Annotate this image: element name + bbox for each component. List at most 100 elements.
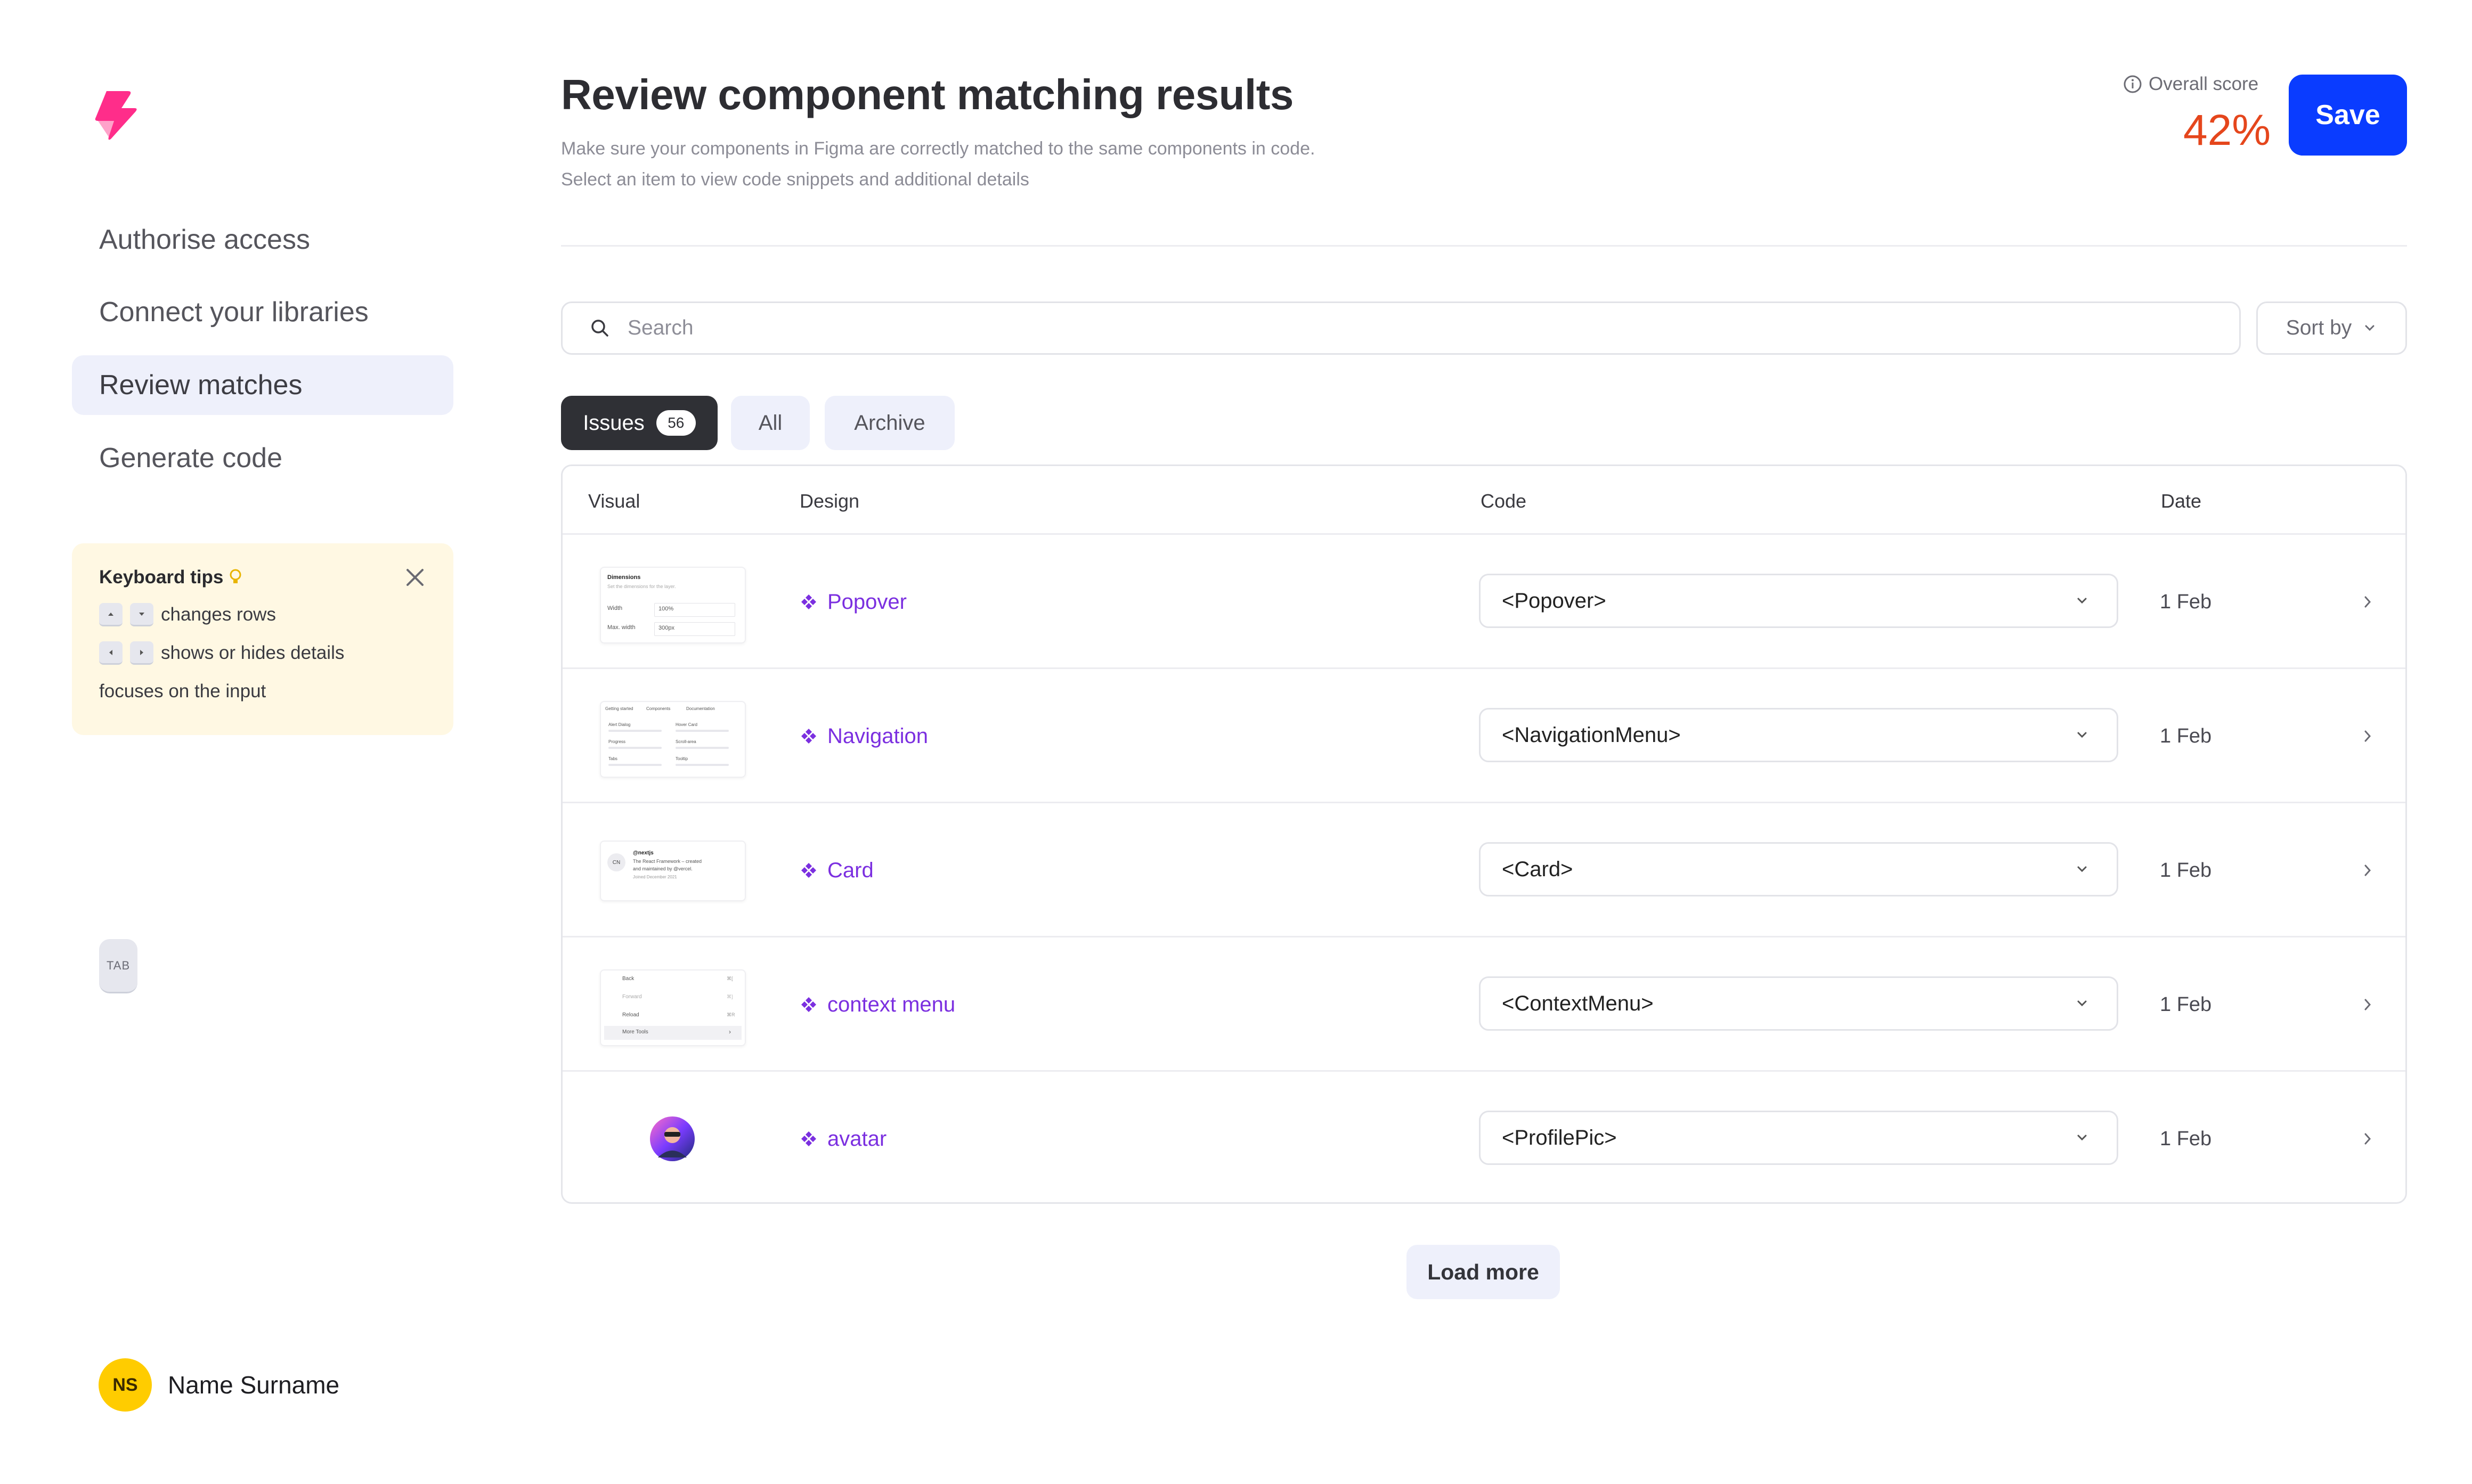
thumb-text: More Tools — [622, 1029, 648, 1035]
figma-component-icon — [801, 1131, 816, 1146]
design-component-link[interactable]: Popover — [800, 535, 907, 669]
sort-label: Sort by — [2286, 316, 2352, 339]
code-value: <NavigationMenu> — [1502, 723, 1681, 747]
thumb-text: Reload — [622, 1012, 639, 1018]
table-row[interactable]: Back ⌘[ Forward ⌘] Reload ⌘R More Tools … — [563, 936, 2405, 1070]
search-box[interactable] — [561, 301, 2241, 355]
chevron-right-icon[interactable] — [2358, 995, 2377, 1014]
thumb-text: Documentation — [686, 706, 715, 711]
search-input[interactable] — [627, 316, 2174, 340]
code-value: <Card> — [1502, 857, 1573, 881]
chevron-down-icon — [2077, 1135, 2087, 1141]
nav-label: Authorise access — [99, 224, 310, 255]
code-component-select[interactable]: <ProfilePic> — [1479, 1111, 2118, 1165]
tab-all[interactable]: All — [731, 396, 810, 450]
row-date: 1 Feb — [2160, 859, 2212, 882]
sort-by-dropdown[interactable]: Sort by — [2256, 301, 2407, 355]
app-logo — [91, 88, 139, 141]
thumb-text: Hover Card — [676, 722, 697, 727]
chevron-right-icon[interactable] — [2358, 592, 2377, 611]
page-subtitle: Make sure your components in Figma are c… — [561, 133, 1315, 195]
thumb-text: ⌘[ — [727, 976, 733, 981]
issues-count-badge: 56 — [656, 410, 696, 436]
thumb-text: ⌘R — [727, 1012, 735, 1017]
component-thumbnail: Getting started Components Documentation… — [600, 701, 746, 778]
thumb-text: Alert Dialog — [608, 722, 631, 727]
design-name: context menu — [827, 992, 956, 1016]
code-component-select[interactable]: <Popover> — [1479, 574, 2118, 628]
nav-item-review-matches[interactable]: Review matches — [72, 355, 453, 415]
code-component-select[interactable]: <NavigationMenu> — [1479, 708, 2118, 762]
thumb-text: and maintained by @vercel. — [633, 866, 693, 871]
thumb-text: Getting started — [605, 706, 633, 711]
matches-table: Visual Design Code Date Dimensions Set t… — [561, 464, 2407, 1204]
chevron-right-icon[interactable] — [2358, 861, 2377, 880]
tip-text: focuses on the input — [99, 681, 266, 702]
tips-title-row: Keyboard tips — [99, 567, 426, 588]
score-label-text: Overall score — [2149, 74, 2259, 94]
search-icon — [591, 320, 608, 337]
tip-text: changes rows — [161, 604, 276, 625]
figma-component-icon — [801, 594, 816, 609]
row-date: 1 Feb — [2160, 993, 2212, 1016]
design-name: Popover — [827, 590, 907, 614]
component-thumbnail: Dimensions Set the dimensions for the la… — [600, 567, 746, 643]
nav-label: Generate code — [99, 443, 283, 474]
arrow-down-icon — [130, 603, 153, 626]
chevron-down-icon — [2365, 325, 2375, 331]
thumb-text: ⌘] — [727, 994, 733, 999]
tip-row-details: shows or hides details — [99, 641, 426, 665]
chevron-down-icon — [2077, 1000, 2087, 1007]
load-more-button[interactable]: Load more — [1406, 1245, 1560, 1299]
avatar: NS — [99, 1358, 152, 1412]
tab-key: TAB — [99, 939, 138, 993]
chevron-right-icon[interactable] — [2358, 1129, 2377, 1148]
figma-component-icon — [801, 863, 816, 878]
overall-score-label: Overall score — [2123, 74, 2258, 95]
design-component-link[interactable]: avatar — [800, 1072, 887, 1202]
component-thumbnail: CN @nextjs The React Framework – created… — [600, 841, 746, 901]
column-header-visual: Visual — [588, 490, 640, 512]
table-row[interactable]: Dimensions Set the dimensions for the la… — [563, 533, 2405, 667]
nav-item-generate-code[interactable]: Generate code — [72, 428, 453, 488]
thumb-text: › — [729, 1028, 731, 1035]
tips-title: Keyboard tips — [99, 567, 224, 588]
design-component-link[interactable]: context menu — [800, 937, 955, 1072]
chevron-right-icon[interactable] — [2358, 727, 2377, 746]
tip-row-tab: TAB focuses on the input — [99, 680, 426, 993]
header-divider — [561, 245, 2407, 247]
thumb-text: @nextjs — [633, 850, 654, 856]
design-component-link[interactable]: Card — [800, 803, 874, 937]
nav-item-connect-libraries[interactable]: Connect your libraries — [72, 282, 453, 342]
code-component-select[interactable]: <Card> — [1479, 842, 2118, 896]
table-row[interactable]: Getting started Components Documentation… — [563, 667, 2405, 802]
row-date: 1 Feb — [2160, 724, 2212, 747]
column-header-design: Design — [800, 490, 860, 512]
thumb-text: The React Framework – created — [633, 859, 702, 864]
code-value: <Popover> — [1502, 589, 1606, 613]
code-component-select[interactable]: <ContextMenu> — [1479, 976, 2118, 1031]
thumb-text: Scroll-area — [676, 739, 696, 744]
tab-archive[interactable]: Archive — [825, 396, 955, 450]
design-component-link[interactable]: Navigation — [800, 669, 928, 803]
user-profile[interactable]: NS Name Surname — [99, 1358, 339, 1412]
chevron-down-icon — [2077, 732, 2087, 738]
close-icon[interactable] — [404, 567, 426, 588]
thumb-text: Dimensions — [607, 574, 641, 581]
nav-label: Review matches — [99, 370, 303, 401]
tip-row-rows: changes rows — [99, 603, 426, 626]
table-row[interactable]: CN @nextjs The React Framework – created… — [563, 802, 2405, 936]
thumb-text: Components — [646, 706, 671, 711]
table-row[interactable]: avatar <ProfilePic> 1 Feb — [563, 1070, 2405, 1202]
code-value: <ProfilePic> — [1502, 1126, 1617, 1149]
nav-item-authorise-access[interactable]: Authorise access — [72, 210, 453, 270]
tab-label: All — [758, 411, 783, 435]
tab-label: Archive — [854, 411, 925, 435]
thumb-text: 300px — [658, 625, 674, 631]
tab-issues[interactable]: Issues 56 — [561, 396, 718, 450]
design-name: avatar — [827, 1127, 887, 1151]
column-header-date: Date — [2161, 490, 2202, 512]
figma-component-icon — [801, 997, 816, 1012]
chevron-down-icon — [2077, 598, 2087, 604]
save-button[interactable]: Save — [2289, 75, 2407, 156]
